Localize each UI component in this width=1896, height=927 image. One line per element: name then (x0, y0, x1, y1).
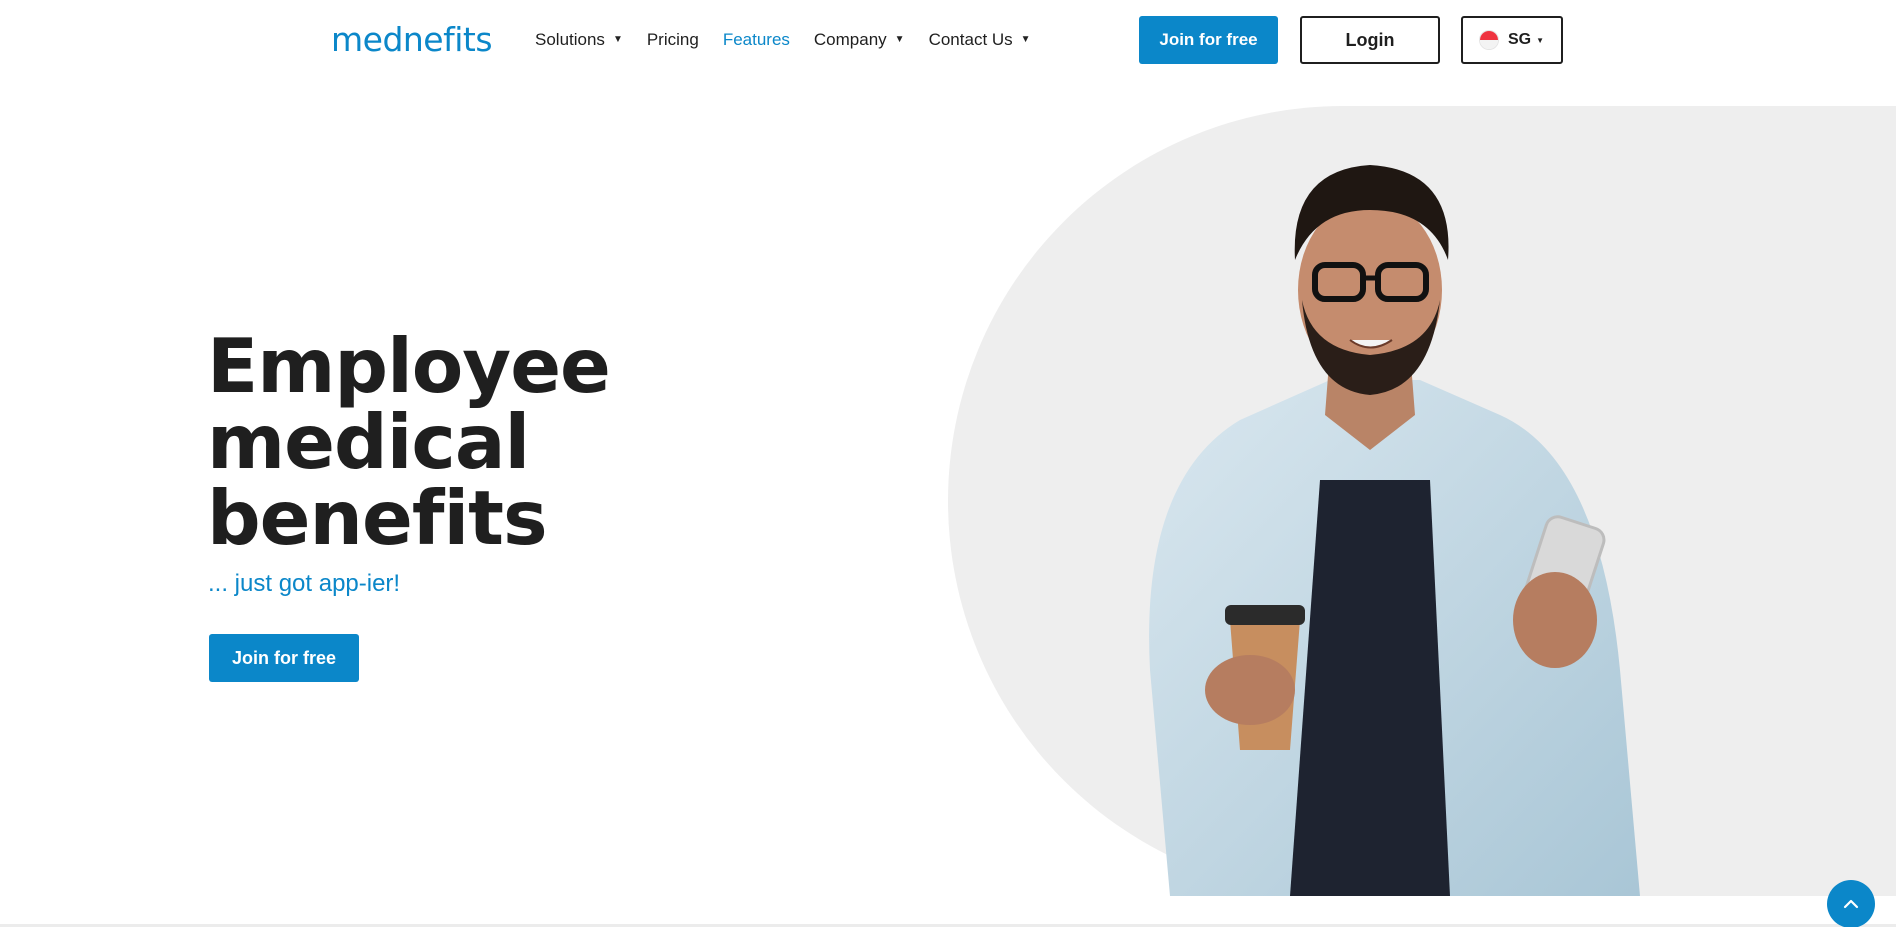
main-nav: Solutions ▼ Pricing Features Company ▼ C… (535, 28, 1055, 52)
singapore-flag-icon (1479, 31, 1498, 49)
page: mednefits Solutions ▼ Pricing Features C… (0, 0, 1896, 927)
hero-subtitle: ... just got app-ier! (208, 570, 401, 597)
nav-solutions-label: Solutions (535, 30, 605, 49)
nav-pricing-label: Pricing (646, 30, 699, 49)
hero-title-line-2: medical (207, 398, 530, 486)
chevron-up-icon (1843, 899, 1859, 909)
nav-solutions[interactable]: Solutions ▼ (535, 28, 623, 52)
caret-down-icon: ▼ (1020, 34, 1031, 45)
country-selector[interactable]: SG ▼ (1461, 16, 1563, 64)
login-button[interactable]: Login (1300, 16, 1440, 64)
nav-pricing[interactable]: Pricing (647, 28, 699, 52)
hero-person-illustration (1149, 165, 1640, 896)
caret-down-icon: ▼ (1536, 35, 1545, 45)
caret-down-icon: ▼ (612, 34, 623, 45)
hero-title-line-1: Employee (207, 322, 611, 410)
caret-down-icon: ▼ (894, 34, 905, 45)
join-for-free-button[interactable]: Join for free (1139, 16, 1278, 64)
hero-join-for-free-button[interactable]: Join for free (209, 634, 359, 682)
hero-title: Employee medical benefits (207, 328, 727, 556)
nav-features-label: Features (722, 30, 790, 49)
mednefits-logo[interactable]: mednefits (331, 18, 493, 62)
nav-company-label: Company (813, 30, 887, 49)
nav-company[interactable]: Company ▼ (814, 28, 905, 52)
nav-contact-us-label: Contact Us (928, 30, 1013, 49)
nav-contact-us[interactable]: Contact Us ▼ (929, 28, 1031, 52)
scroll-to-top-button[interactable] (1827, 880, 1875, 927)
nav-features[interactable]: Features (723, 28, 790, 52)
country-code: SG (1507, 31, 1532, 48)
hero-title-line-3: benefits (207, 474, 548, 562)
site-header: mednefits Solutions ▼ Pricing Features C… (0, 0, 1896, 80)
